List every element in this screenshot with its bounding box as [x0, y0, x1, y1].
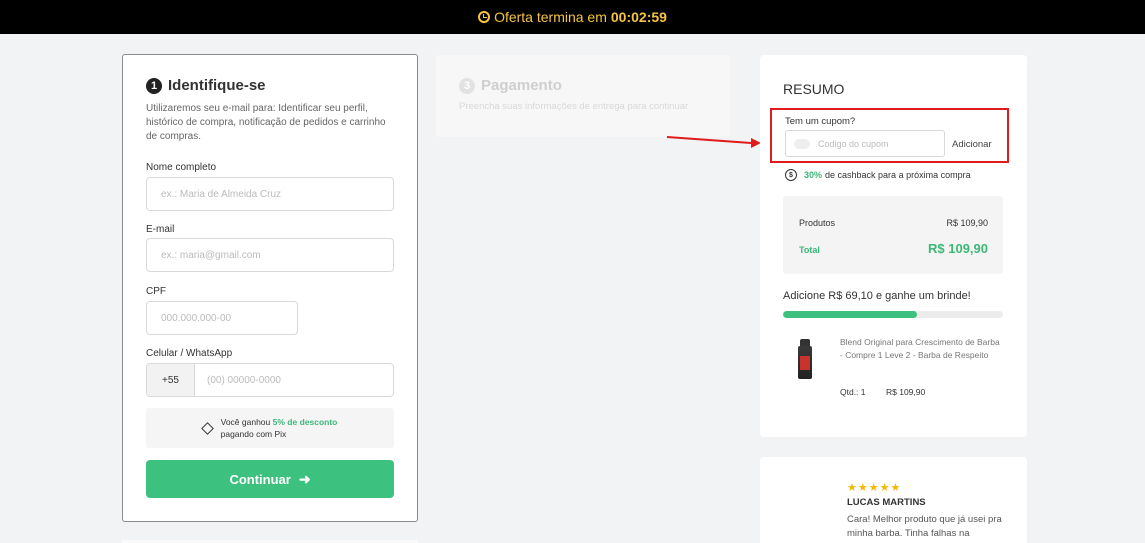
email-label: E-mail	[146, 224, 175, 235]
step-number: 1	[146, 77, 162, 94]
pix-text-1: Você ganhou	[220, 417, 271, 427]
coupon-add-button[interactable]: Adicionar	[952, 139, 992, 150]
cashback-notice: $ 30% de cashback para a próxima compra	[785, 169, 971, 181]
offer-label: Oferta termina em	[494, 9, 607, 25]
dollar-coin-icon: $	[785, 169, 797, 181]
payment-description: Preencha suas informações de entrega par…	[459, 101, 689, 112]
product-quantity: Qtd.: 1	[840, 387, 866, 397]
product-image	[798, 339, 812, 379]
coupon-input[interactable]: Codigo do cupom	[785, 130, 945, 157]
name-field[interactable]: ex.: Maria de Almeida Cruz	[146, 177, 394, 211]
summary-card: RESUMO Tem um cupom? Codigo do cupom Adi…	[760, 55, 1027, 437]
name-label: Nome completo	[146, 162, 217, 173]
payment-card: 3 Pagamento Preencha suas informações de…	[436, 55, 730, 137]
gift-progress-bar	[783, 311, 1003, 318]
totals-box: Produtos R$ 109,90 Total R$ 109,90	[783, 196, 1003, 274]
coupon-label: Tem um cupom?	[785, 116, 856, 127]
identify-header: 1 Identifique-se	[146, 77, 394, 94]
products-label: Produtos	[799, 218, 836, 228]
annotation-arrow-icon	[666, 136, 761, 148]
total-value: R$ 109,90	[928, 241, 988, 256]
identify-description: Utilizaremos seu e-mail para: Identifica…	[146, 103, 386, 142]
offer-timer: 00:02:59	[610, 9, 667, 25]
gift-progress-fill	[783, 311, 918, 318]
product-name: Blend Original para Crescimento de Barba…	[840, 337, 1000, 360]
products-value: R$ 109,90	[946, 218, 988, 228]
pix-discount-notice: Você ganhou 5% de desconto pagando com P…	[146, 408, 394, 448]
review-card: ★★★★★ LUCAS MARTINS Cara! Melhor produto…	[760, 457, 1027, 543]
phone-country-prefix[interactable]: +55	[147, 364, 195, 396]
gift-message: Adicione R$ 69,10 e ganhe um brinde!	[783, 290, 971, 302]
cashback-text: de cashback para a próxima compra	[825, 170, 971, 180]
pix-icon	[200, 421, 214, 435]
cpf-field[interactable]: 000.000.000-00	[146, 301, 298, 335]
identify-title: Identifique-se	[168, 77, 266, 94]
product-price: R$ 109,90	[886, 387, 926, 397]
pix-discount: 5% de desconto	[272, 417, 338, 427]
phone-input-group: +55 (00) 00000-0000	[146, 363, 394, 397]
summary-title: RESUMO	[783, 81, 845, 97]
coupon-placeholder: Codigo do cupom	[818, 138, 889, 149]
email-field[interactable]: ex.: maria@gmail.com	[146, 238, 394, 272]
pix-text-2: pagando com Pix	[220, 429, 287, 439]
reviewer-name: LUCAS MARTINS	[847, 497, 926, 508]
cashback-percent: 30%	[804, 170, 823, 180]
phone-field[interactable]: (00) 00000-0000	[195, 364, 393, 396]
coupon-icon	[794, 138, 810, 149]
phone-label: Celular / WhatsApp	[146, 348, 233, 359]
identify-card: 1 Identifique-se Utilizaremos seu e-mail…	[122, 54, 418, 522]
continue-button[interactable]: Continuar ➜	[146, 460, 394, 498]
coupon-section: Tem um cupom? Codigo do cupom Adicionar	[770, 108, 1009, 163]
cpf-label: CPF	[146, 286, 166, 297]
clock-icon	[478, 11, 491, 23]
payment-step-number: 3	[459, 77, 475, 94]
total-label: Total	[799, 245, 820, 255]
arrow-right-icon: ➜	[298, 470, 311, 487]
rating-stars-icon: ★★★★★	[847, 482, 902, 494]
offer-countdown-bar: Oferta termina em 00:02:59	[0, 0, 1145, 34]
review-text: Cara! Melhor produto que já usei pra min…	[847, 514, 1002, 539]
payment-title: Pagamento	[481, 77, 562, 94]
continue-label: Continuar	[229, 471, 291, 487]
